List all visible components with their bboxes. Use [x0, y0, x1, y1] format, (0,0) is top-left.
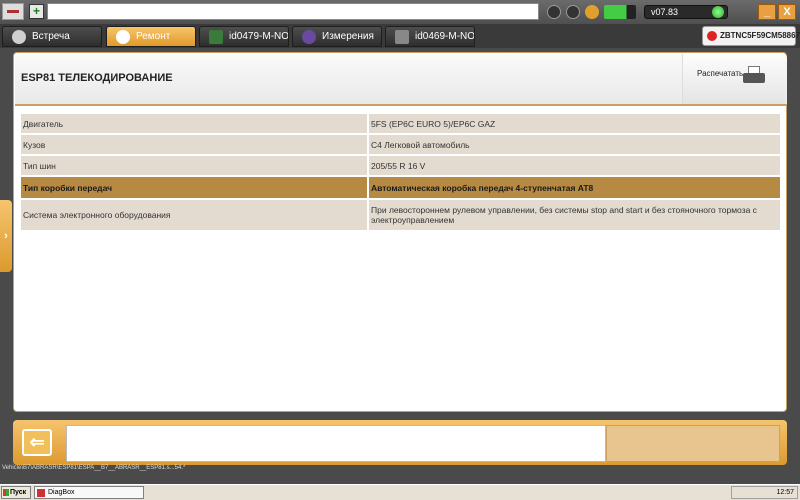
- printer-icon: [743, 66, 765, 86]
- record-icon[interactable]: [547, 5, 561, 19]
- tab-repair[interactable]: Ремонт: [106, 26, 196, 47]
- tab-meeting[interactable]: Встреча: [2, 26, 102, 47]
- coding-table: Двигатель 5FS (EP6C EURO 5)/EP6C GAZ Куз…: [21, 114, 780, 232]
- print-label: Распечатать: [697, 69, 744, 78]
- print-button[interactable]: Распечатать: [682, 54, 785, 104]
- row-key: Кузов: [21, 135, 367, 154]
- home-icon[interactable]: [29, 4, 44, 19]
- minimize-button[interactable]: _: [758, 4, 776, 20]
- windows-taskbar: Пуск DiagBox 12:57: [0, 484, 800, 500]
- tab-label: Встреча: [32, 31, 70, 42]
- waveform-icon: [302, 30, 316, 44]
- main-panel: ESP81 ТЕЛЕКОДИРОВАНИЕ Распечатать Двигат…: [13, 52, 787, 412]
- row-key: Система электронного оборудования: [21, 200, 367, 230]
- help-icon[interactable]: [566, 5, 580, 19]
- power-icon: [707, 31, 717, 41]
- back-arrow-icon[interactable]: ⇐: [22, 429, 52, 456]
- battery-icon: [604, 5, 636, 19]
- row-key: Тип коробки передач: [21, 177, 367, 198]
- system-tray-clock: 12:57: [731, 486, 798, 499]
- row-key: Тип шин: [21, 156, 367, 175]
- tab-measurements[interactable]: Измерения: [292, 26, 382, 47]
- table-row-selected[interactable]: Тип коробки передач Автоматическая короб…: [21, 177, 780, 198]
- connection-status-icon: [712, 6, 724, 18]
- tab-bar: Встреча Ремонт id0479-M-NOT... Измерения…: [0, 24, 800, 48]
- row-value: C4 Легковой автомобиль: [369, 135, 780, 154]
- tab-label: id0469-M-NOT...: [415, 31, 475, 42]
- row-value: Автоматическая коробка передач 4-ступенч…: [369, 177, 780, 198]
- row-key: Двигатель: [21, 114, 367, 133]
- meeting-icon: [12, 30, 26, 44]
- tab-label: Ремонт: [136, 31, 171, 42]
- action-zone: [606, 425, 780, 462]
- vin-text: ZBTNC5F59CM588676: [720, 31, 800, 40]
- bottom-bar: ⇐: [13, 420, 787, 465]
- table-row: Кузов C4 Легковой автомобиль: [21, 135, 780, 154]
- row-value: 5FS (EP6C EURO 5)/EP6C GAZ: [369, 114, 780, 133]
- vin-badge[interactable]: ZBTNC5F59CM588676: [702, 26, 800, 46]
- page-header: ESP81 ТЕЛЕКОДИРОВАНИЕ Распечатать: [15, 54, 787, 104]
- title-bar: v07.83 _ X: [0, 0, 800, 24]
- magnifier-icon: [116, 30, 130, 44]
- ecu-icon: [395, 30, 409, 44]
- tab-label: id0479-M-NOT...: [229, 31, 289, 42]
- page-title: ESP81 ТЕЛЕКОДИРОВАНИЕ: [21, 72, 173, 84]
- file-path: Vehicle\B7\ABRASR\ESP81\ESPA__B7__ABRASR…: [2, 465, 186, 471]
- table-row: Система электронного оборудования При ле…: [21, 200, 780, 230]
- row-value: 205/55 R 16 V: [369, 156, 780, 175]
- ecu-icon: [209, 30, 223, 44]
- tab-label: Измерения: [322, 31, 374, 42]
- table-row: Двигатель 5FS (EP6C EURO 5)/EP6C GAZ: [21, 114, 780, 133]
- header-divider: [15, 104, 787, 106]
- taskbar-item-diagbox[interactable]: DiagBox: [34, 486, 144, 499]
- address-bar[interactable]: [47, 3, 539, 20]
- side-panel-toggle[interactable]: ›: [0, 200, 12, 272]
- table-row: Тип шин 205/55 R 16 V: [21, 156, 780, 175]
- close-button[interactable]: X: [778, 4, 796, 20]
- tab-ecu-0479[interactable]: id0479-M-NOT...: [199, 26, 289, 47]
- settings-icon[interactable]: [585, 5, 599, 19]
- citroen-logo-icon: [2, 3, 24, 20]
- start-button[interactable]: Пуск: [1, 486, 31, 499]
- tab-ecu-0469[interactable]: id0469-M-NOT...: [385, 26, 475, 47]
- row-value: При левостороннем рулевом управлении, бе…: [369, 200, 780, 230]
- message-field: [66, 425, 606, 462]
